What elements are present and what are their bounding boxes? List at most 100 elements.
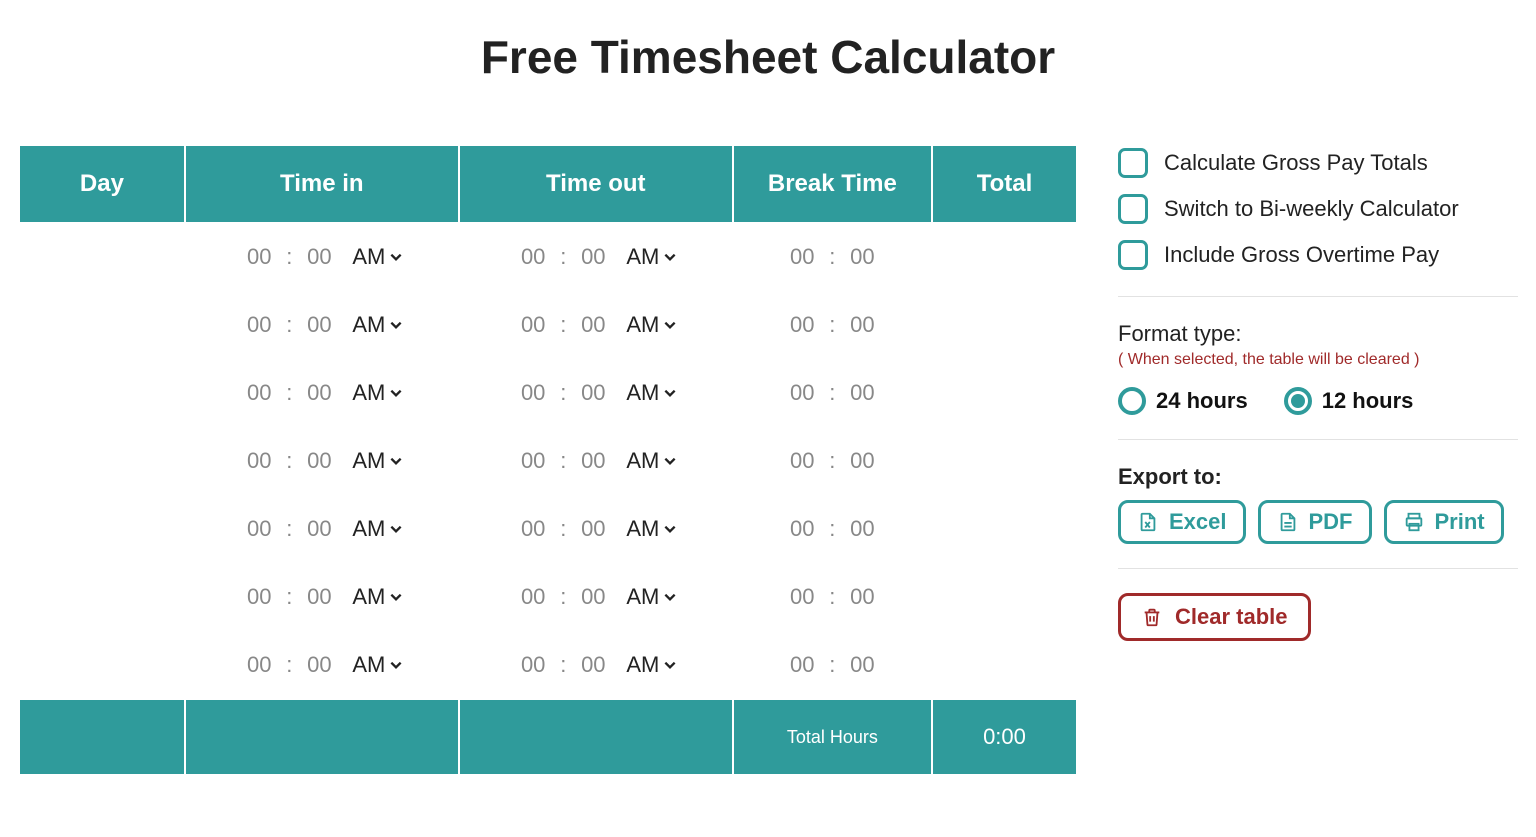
time-in-hours-input[interactable] [240, 379, 278, 407]
divider [1118, 296, 1518, 297]
break-hours-input[interactable] [783, 447, 821, 475]
time-out-minutes-input[interactable] [574, 311, 612, 339]
time-out-minutes-input[interactable] [574, 651, 612, 679]
radio-12-hours[interactable]: 12 hours [1284, 387, 1414, 415]
colon: : [829, 652, 835, 678]
break-minutes-input[interactable] [843, 583, 881, 611]
time-out-ampm-select[interactable]: AM [626, 448, 677, 474]
break-hours-input[interactable] [783, 379, 821, 407]
time-out-ampm-select[interactable]: AM [626, 380, 677, 406]
ampm-label: AM [626, 244, 659, 270]
export-pdf-button[interactable]: PDF [1258, 500, 1372, 544]
time-out-ampm-select[interactable]: AM [626, 244, 677, 270]
break-minutes-input[interactable] [843, 447, 881, 475]
time-in-hours-input[interactable] [240, 583, 278, 611]
format-title: Format type: [1118, 321, 1518, 347]
time-in-ampm-select[interactable]: AM [352, 448, 403, 474]
ampm-label: AM [626, 312, 659, 338]
time-in-minutes-input[interactable] [300, 583, 338, 611]
time-out-hours-input[interactable] [514, 243, 552, 271]
time-out-hours-input[interactable] [514, 379, 552, 407]
break-minutes-input[interactable] [843, 311, 881, 339]
time-out-hours-input[interactable] [514, 651, 552, 679]
time-in-minutes-input[interactable] [300, 515, 338, 543]
clear-table-button[interactable]: Clear table [1118, 593, 1311, 641]
time-in-hours-input[interactable] [240, 311, 278, 339]
time-out-minutes-input[interactable] [574, 583, 612, 611]
time-out-hours-input[interactable] [514, 583, 552, 611]
time-out-ampm-select[interactable]: AM [626, 652, 677, 678]
export-print-button[interactable]: Print [1384, 500, 1504, 544]
break-hours-input[interactable] [783, 243, 821, 271]
checkbox-gross-pay[interactable]: Calculate Gross Pay Totals [1118, 148, 1518, 178]
checkbox-biweekly[interactable]: Switch to Bi-weekly Calculator [1118, 194, 1518, 224]
time-in-ampm-select[interactable]: AM [352, 380, 403, 406]
cell-break: : [734, 360, 931, 426]
break-hours-input[interactable] [783, 515, 821, 543]
time-in-ampm-select[interactable]: AM [352, 312, 403, 338]
cell-time-in: : AM [186, 496, 458, 562]
th-total: Total [933, 146, 1076, 222]
time-out-minutes-input[interactable] [574, 447, 612, 475]
checkbox-overtime[interactable]: Include Gross Overtime Pay [1118, 240, 1518, 270]
break-minutes-input[interactable] [843, 243, 881, 271]
ampm-label: AM [352, 448, 385, 474]
chevron-down-icon [663, 318, 677, 332]
time-in-minutes-input[interactable] [300, 243, 338, 271]
time-in-ampm-select[interactable]: AM [352, 516, 403, 542]
day-name: Wednesday [20, 360, 184, 426]
time-in-hours-input[interactable] [240, 447, 278, 475]
time-out-ampm-select[interactable]: AM [626, 516, 677, 542]
time-out-minutes-input[interactable] [574, 243, 612, 271]
cell-break: : [734, 428, 931, 494]
time-out-hours-input[interactable] [514, 311, 552, 339]
time-out-hours-input[interactable] [514, 515, 552, 543]
time-in-minutes-input[interactable] [300, 651, 338, 679]
cell-time-in: : AM [186, 360, 458, 426]
checkbox-icon [1118, 240, 1148, 270]
ampm-label: AM [626, 584, 659, 610]
day-name: Thursday [20, 428, 184, 494]
time-out-ampm-select[interactable]: AM [626, 312, 677, 338]
time-in-ampm-select[interactable]: AM [352, 244, 403, 270]
day-name: Monday [20, 224, 184, 290]
time-in-hours-input[interactable] [240, 515, 278, 543]
export-excel-button[interactable]: Excel [1118, 500, 1246, 544]
colon: : [560, 448, 566, 474]
cell-break: : [734, 224, 931, 290]
chevron-down-icon [389, 318, 403, 332]
table-row: Tuesday : AM : AM [20, 292, 1076, 358]
radio-icon [1118, 387, 1146, 415]
time-in-hours-input[interactable] [240, 243, 278, 271]
radio-icon [1284, 387, 1312, 415]
time-in-hours-input[interactable] [240, 651, 278, 679]
break-minutes-input[interactable] [843, 379, 881, 407]
time-in-ampm-select[interactable]: AM [352, 652, 403, 678]
table-row: Wednesday : AM : [20, 360, 1076, 426]
radio-24-hours[interactable]: 24 hours [1118, 387, 1248, 415]
time-out-minutes-input[interactable] [574, 515, 612, 543]
chevron-down-icon [389, 250, 403, 264]
button-label: Clear table [1175, 604, 1288, 630]
radio-label: 24 hours [1156, 388, 1248, 414]
break-minutes-input[interactable] [843, 651, 881, 679]
excel-icon [1137, 511, 1159, 533]
colon: : [829, 244, 835, 270]
time-out-hours-input[interactable] [514, 447, 552, 475]
cell-break: : [734, 632, 931, 698]
time-in-ampm-select[interactable]: AM [352, 584, 403, 610]
time-out-minutes-input[interactable] [574, 379, 612, 407]
cell-time-in: : AM [186, 292, 458, 358]
time-in-minutes-input[interactable] [300, 311, 338, 339]
break-hours-input[interactable] [783, 583, 821, 611]
break-hours-input[interactable] [783, 651, 821, 679]
time-in-minutes-input[interactable] [300, 379, 338, 407]
break-minutes-input[interactable] [843, 515, 881, 543]
time-out-ampm-select[interactable]: AM [626, 584, 677, 610]
chevron-down-icon [389, 590, 403, 604]
ampm-label: AM [352, 312, 385, 338]
break-hours-input[interactable] [783, 311, 821, 339]
table-row: Monday : AM : AM [20, 224, 1076, 290]
chevron-down-icon [663, 386, 677, 400]
time-in-minutes-input[interactable] [300, 447, 338, 475]
